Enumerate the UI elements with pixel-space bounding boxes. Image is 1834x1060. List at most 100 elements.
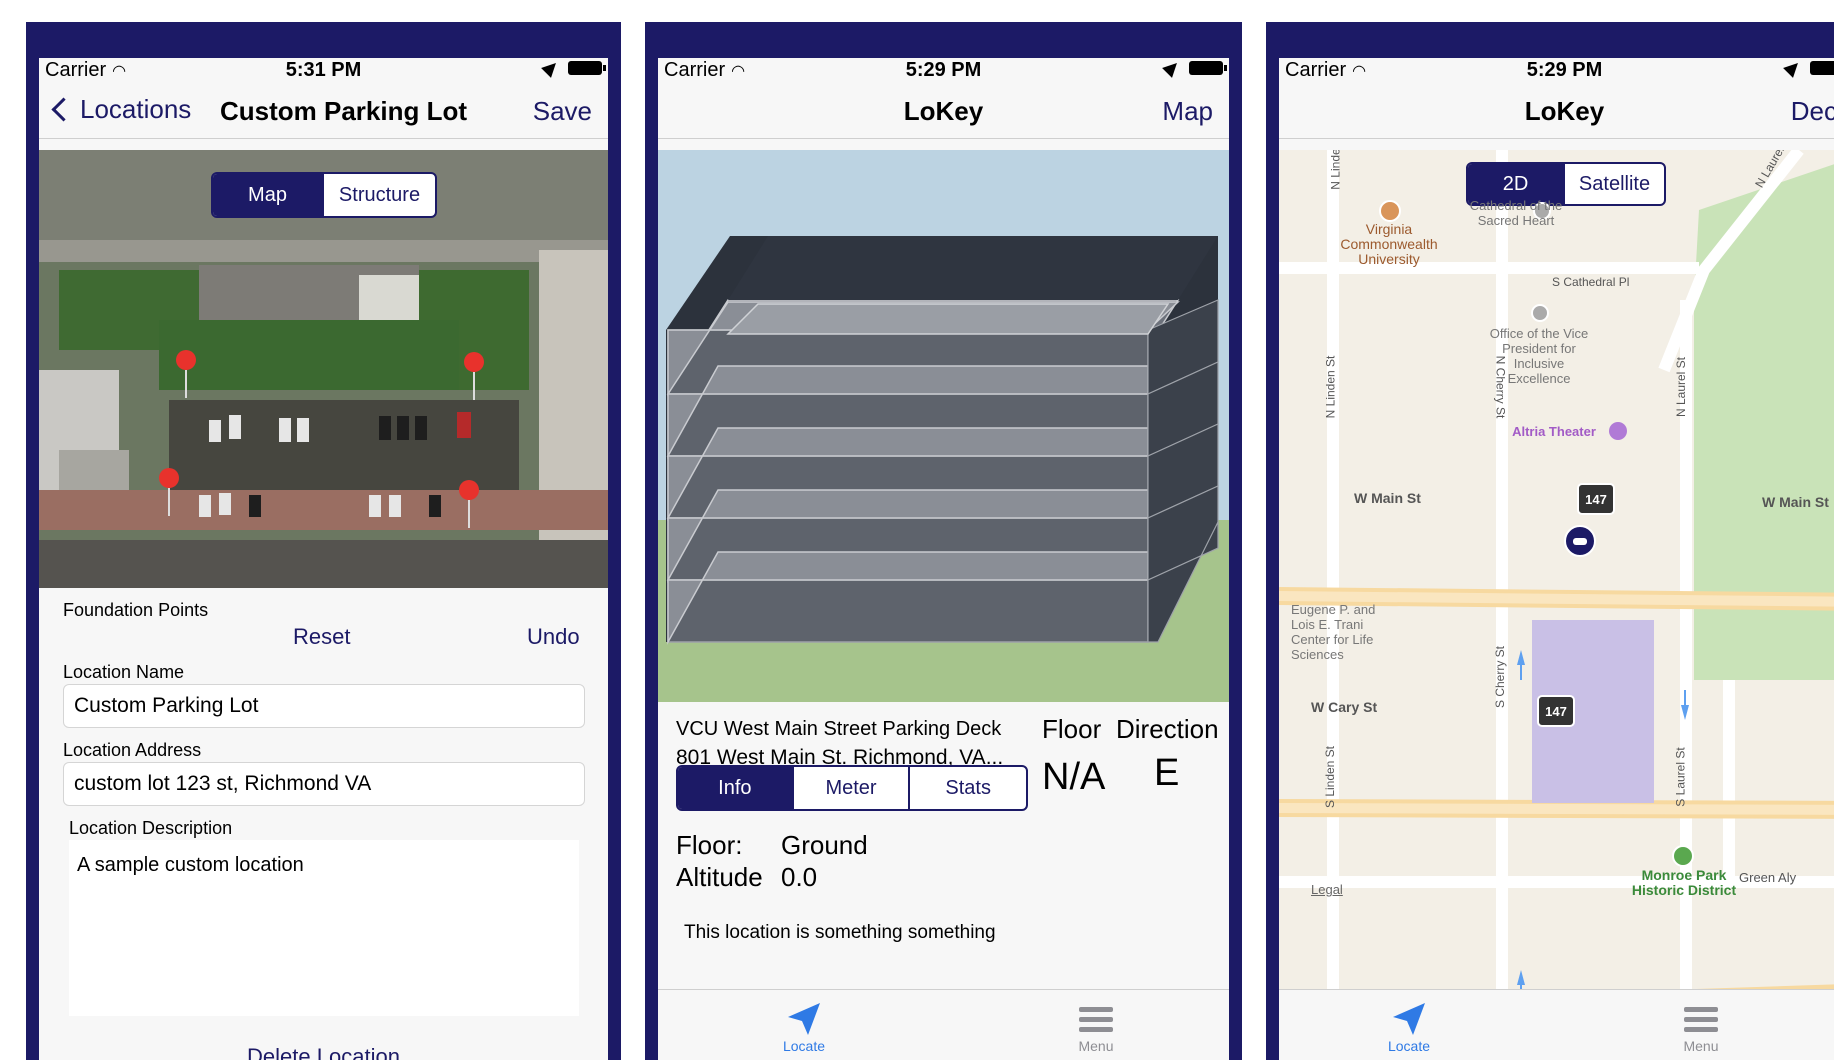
street-label: N Laurel St bbox=[1674, 356, 1689, 418]
street-label: W Main St bbox=[1354, 490, 1421, 506]
poi-label: Eugene P. and Lois E. Trani Center for L… bbox=[1291, 602, 1376, 662]
highway-shield: 147 bbox=[1577, 483, 1615, 515]
deck-button[interactable]: Deck bbox=[1791, 96, 1834, 127]
tab-bar: Locate Menu bbox=[1279, 989, 1834, 1060]
legal-link[interactable]: Legal bbox=[1311, 882, 1343, 897]
reset-button[interactable]: Reset bbox=[293, 624, 350, 650]
nav-bar: LoKey Deck bbox=[1279, 82, 1834, 139]
poi-label: Cathedral of the Sacred Heart bbox=[1469, 198, 1563, 228]
poi-label: Monroe Park Historic District bbox=[1631, 867, 1737, 898]
device-frame-1: Carrier ◠ 5:31 PM Locations Custom Parkin… bbox=[26, 22, 621, 1060]
street-label: N Linde bbox=[1328, 150, 1343, 190]
location-description: This location is something something bbox=[684, 922, 996, 943]
street-label: W Main St bbox=[1762, 494, 1829, 510]
screen-map: Carrier◠ 5:29 PM LoKey Deck bbox=[1279, 58, 1834, 1060]
clock: 5:31 PM bbox=[285, 59, 362, 81]
map-pin-icon[interactable] bbox=[176, 350, 198, 400]
locate-arrow-icon bbox=[788, 1003, 820, 1035]
back-chevron-icon bbox=[51, 97, 76, 122]
screen-edit-location: Carrier ◠ 5:31 PM Locations Custom Parkin… bbox=[39, 58, 608, 1060]
status-bar: Carrier ◠ 5:29 PM bbox=[1279, 58, 1834, 82]
tab-locate[interactable]: Locate bbox=[744, 1000, 864, 1054]
deck-3d-view[interactable] bbox=[658, 150, 1229, 702]
map-pin-icon[interactable] bbox=[159, 468, 181, 518]
foundation-points-label: Foundation Points bbox=[63, 600, 209, 620]
segment-map[interactable]: Map bbox=[213, 174, 323, 216]
device-frame-3: Carrier◠ 5:29 PM LoKey Deck bbox=[1266, 22, 1834, 1060]
battery-icon bbox=[568, 61, 606, 75]
tab-menu-label: Menu bbox=[1683, 1038, 1719, 1054]
satellite-map[interactable]: Map Structure bbox=[39, 150, 608, 588]
map-pin-icon[interactable] bbox=[459, 480, 481, 530]
location-name-field[interactable]: Custom Parking Lot bbox=[63, 684, 585, 728]
status-bar: Carrier ◠ 5:31 PM bbox=[39, 58, 608, 82]
direction-value: E bbox=[1154, 752, 1180, 794]
parking-structure-model bbox=[658, 150, 1229, 702]
street-label: S Laurel St bbox=[1673, 747, 1688, 807]
clock: 5:29 PM bbox=[905, 59, 982, 81]
menu-icon bbox=[1079, 1002, 1113, 1037]
street-label: S Cathedral Pl bbox=[1552, 275, 1630, 289]
street-label: S Linden St bbox=[1323, 745, 1338, 809]
location-name-label: Location Name bbox=[63, 662, 185, 682]
map-structure-segment: Map Structure bbox=[211, 172, 437, 218]
street-label: Green Aly bbox=[1739, 870, 1797, 885]
theater-icon bbox=[1609, 422, 1627, 440]
clock: 5:29 PM bbox=[1526, 59, 1603, 81]
altitude-value: 0.0 bbox=[781, 862, 818, 892]
segment-stats[interactable]: Stats bbox=[908, 767, 1026, 809]
page-title: LoKey bbox=[1524, 96, 1605, 126]
tab-menu-label: Menu bbox=[1078, 1038, 1114, 1054]
location-description-label: Location Description bbox=[69, 818, 233, 838]
altitude-label: Altitude bbox=[676, 862, 763, 892]
segment-info[interactable]: Info bbox=[678, 767, 792, 809]
poi-icon bbox=[1379, 200, 1401, 222]
undo-button[interactable]: Undo bbox=[527, 624, 580, 650]
floor-value: N/A bbox=[1042, 756, 1106, 798]
direction-header: Direction bbox=[1116, 714, 1219, 744]
tab-locate-label: Locate bbox=[782, 1038, 826, 1054]
screen-deck-info: Carrier ◠ 5:29 PM LoKey Map VCU West Mai… bbox=[658, 58, 1229, 1060]
location-arrow-icon bbox=[1783, 58, 1803, 78]
map-button[interactable]: Map bbox=[1162, 96, 1213, 127]
floor-detail: Ground bbox=[781, 830, 868, 860]
floor-label: Floor: bbox=[676, 830, 743, 860]
deck-name: VCU West Main Street Parking Deck bbox=[676, 718, 1002, 740]
menu-icon bbox=[1684, 1002, 1718, 1037]
page-title: LoKey bbox=[903, 96, 984, 126]
poi-label: Altria Theater bbox=[1512, 424, 1596, 439]
battery-icon bbox=[1810, 61, 1834, 75]
park-icon bbox=[1672, 845, 1694, 867]
info-segment: Info Meter Stats bbox=[676, 765, 1028, 811]
street-label: S Cherry St bbox=[1493, 645, 1508, 709]
highway-shield: 147 bbox=[1537, 695, 1575, 727]
tab-locate[interactable]: Locate bbox=[1349, 1000, 1469, 1054]
location-arrow-icon bbox=[541, 58, 561, 78]
battery-icon bbox=[1189, 61, 1227, 75]
location-address-field[interactable]: custom lot 123 st, Richmond VA bbox=[63, 762, 585, 806]
tab-locate-label: Locate bbox=[1387, 1038, 1431, 1054]
tab-menu[interactable]: Menu bbox=[1036, 1000, 1156, 1054]
segment-structure[interactable]: Structure bbox=[322, 174, 435, 216]
map-pin-icon[interactable] bbox=[464, 352, 486, 402]
street-label: W Cary St bbox=[1311, 699, 1378, 715]
location-address-label: Location Address bbox=[63, 740, 202, 760]
street-map[interactable]: 2D Satellite W Main St W Main St W Cary … bbox=[1279, 150, 1834, 1012]
location-description-field[interactable]: A sample custom location bbox=[69, 840, 579, 1016]
nav-bar: LoKey Map bbox=[658, 82, 1229, 139]
page-title: Custom Parking Lot bbox=[219, 96, 467, 126]
status-bar: Carrier ◠ 5:29 PM bbox=[658, 58, 1229, 82]
poi-label: Office of the Vice President for Inclusi… bbox=[1489, 326, 1589, 386]
street-label: N Linden St bbox=[1323, 355, 1338, 419]
delete-location-button[interactable]: Delete Location bbox=[39, 1044, 608, 1060]
segment-meter[interactable]: Meter bbox=[791, 767, 909, 809]
car-marker-icon[interactable] bbox=[1564, 525, 1596, 557]
tab-menu[interactable]: Menu bbox=[1641, 1000, 1761, 1054]
location-arrow-icon bbox=[1162, 58, 1182, 78]
nav-bar: Locations Custom Parking Lot Save bbox=[39, 82, 608, 139]
locate-arrow-icon bbox=[1393, 1003, 1425, 1035]
tab-bar: Locate Menu bbox=[658, 989, 1229, 1060]
floor-header: Floor bbox=[1042, 714, 1102, 744]
device-frame-2: Carrier ◠ 5:29 PM LoKey Map VCU West Mai… bbox=[645, 22, 1242, 1060]
save-button[interactable]: Save bbox=[533, 96, 592, 127]
